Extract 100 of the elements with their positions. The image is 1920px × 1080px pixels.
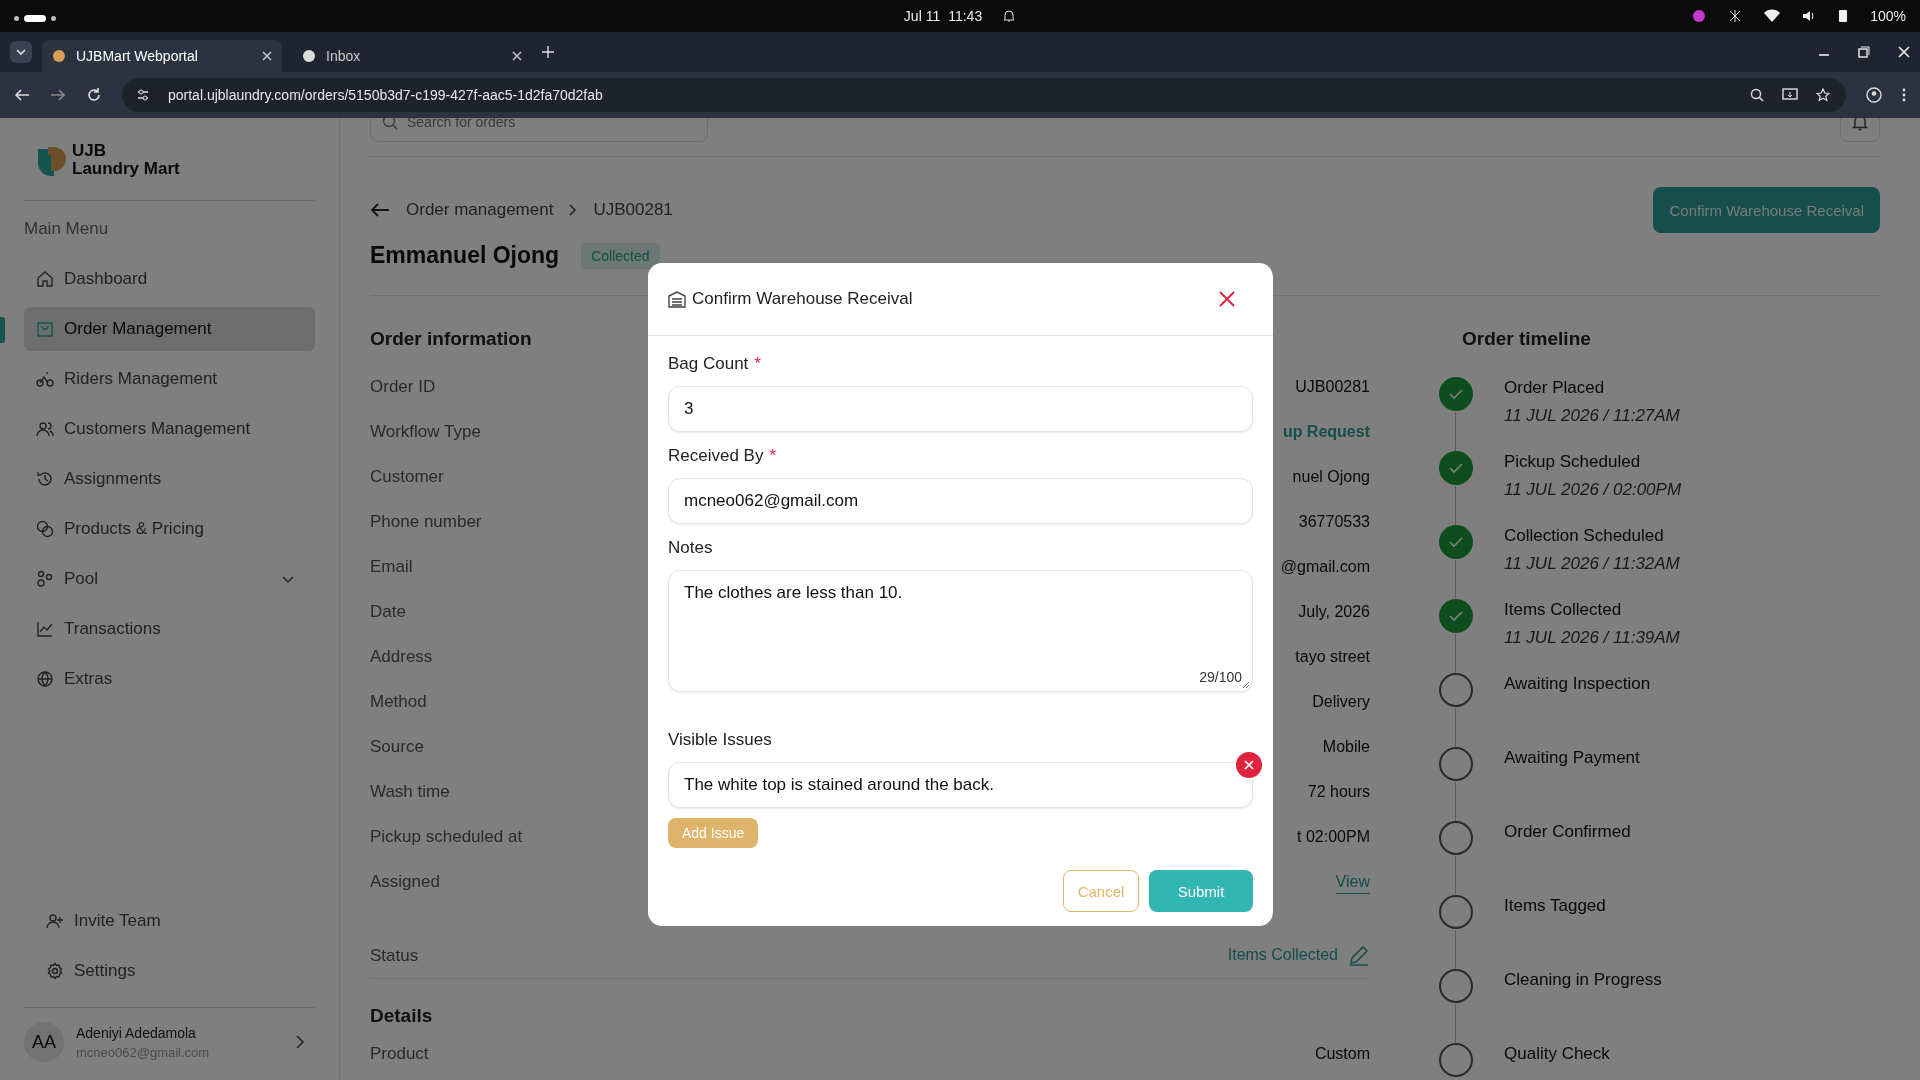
- more-menu-icon[interactable]: [1902, 88, 1906, 102]
- app-indicator-icon[interactable]: [1692, 9, 1707, 23]
- info-label: Date: [370, 601, 406, 622]
- line-chart-icon: [36, 620, 54, 638]
- modal-title: Confirm Warehouse Receival: [692, 289, 913, 309]
- users-icon: [36, 420, 54, 438]
- info-label: Address: [370, 646, 433, 667]
- issue-input-field[interactable]: The white top is stained around the back.: [668, 762, 1253, 808]
- shopping-bag-icon: [36, 320, 54, 338]
- site-favicon-icon: [52, 49, 66, 63]
- chevron-right-icon: [295, 1034, 305, 1050]
- new-tab-icon[interactable]: [542, 46, 554, 58]
- submit-button[interactable]: Submit: [1149, 870, 1253, 912]
- info-label: Order ID: [370, 376, 436, 397]
- sidebar-item[interactable]: Invite Team: [34, 899, 305, 943]
- user-plus-icon: [46, 912, 64, 930]
- sidebar-item[interactable]: Dashboard: [24, 257, 315, 301]
- browser-tab[interactable]: Inbox: [292, 40, 532, 72]
- bicycle-icon: [36, 370, 54, 388]
- info-value: July, 2026: [1298, 602, 1370, 621]
- sidebar-item[interactable]: Riders Management: [24, 357, 315, 401]
- battery-percentage[interactable]: 100%: [1870, 8, 1906, 24]
- site-settings-icon[interactable]: [136, 88, 150, 102]
- brand-name: Laundry Mart: [72, 160, 180, 178]
- info-label: Phone number: [370, 511, 482, 532]
- info-label: Wash time: [370, 781, 450, 802]
- sidebar-item[interactable]: Pool: [24, 557, 315, 601]
- required-asterisk: *: [769, 446, 777, 466]
- timeline-step: Pickup Scheduled: [1504, 452, 1682, 472]
- workspace-indicator-icon[interactable]: [14, 15, 56, 22]
- reload-icon[interactable]: [86, 87, 102, 103]
- sidebar-item[interactable]: Products & Pricing: [24, 507, 315, 551]
- zoom-icon[interactable]: [1750, 88, 1764, 102]
- tab-list-caret-icon[interactable]: [10, 41, 32, 63]
- info-value: 72 hours: [1307, 782, 1370, 801]
- timeline-step: Awaiting Inspection: [1504, 674, 1651, 694]
- info-label: Email: [370, 556, 413, 577]
- breadcrumb-link[interactable]: Order management: [406, 200, 554, 220]
- confirm-receival-button[interactable]: Confirm Warehouse Receival: [1653, 187, 1880, 233]
- timeline-timestamp: 11 JUL 2026 / 11:39AM: [1504, 628, 1680, 648]
- circles-icon: [36, 570, 54, 588]
- sidebar-item[interactable]: Extras: [24, 657, 315, 701]
- info-label: Customer: [370, 466, 444, 487]
- browser-tab[interactable]: UJBMart Webportal: [42, 40, 282, 72]
- view-link[interactable]: View: [1335, 872, 1370, 891]
- forward-arrow-icon[interactable]: [50, 87, 66, 103]
- timeline-step: Collection Scheduled: [1504, 526, 1680, 546]
- back-arrow-icon[interactable]: [14, 87, 30, 103]
- info-value: 36770533: [1298, 512, 1370, 531]
- profile-icon[interactable]: [1866, 87, 1882, 103]
- house-icon: [36, 270, 54, 288]
- remove-issue-icon[interactable]: [1236, 752, 1262, 778]
- timeline-step: Order Confirmed: [1504, 822, 1631, 842]
- info-label: Status: [370, 946, 419, 966]
- bookmark-star-icon[interactable]: [1816, 88, 1830, 102]
- customer-name-title: Emmanuel Ojong: [370, 242, 560, 269]
- menu-heading: Main Menu: [24, 219, 110, 239]
- globe-icon: [36, 670, 54, 688]
- resize-grip-icon[interactable]: [1242, 681, 1250, 689]
- sidebar-item[interactable]: Transactions: [24, 607, 315, 651]
- brand-name: UJB: [72, 142, 107, 160]
- coins-icon: [36, 520, 54, 538]
- sidebar-item[interactable]: Customers Management: [24, 407, 315, 451]
- install-app-icon[interactable]: [1782, 88, 1798, 102]
- info-label: Method: [370, 691, 427, 712]
- notes-textarea[interactable]: The clothes are less than 10. 29/100: [668, 570, 1253, 692]
- field-label: Received By: [668, 446, 764, 466]
- chevron-right-icon: [569, 204, 578, 216]
- wifi-icon[interactable]: [1764, 9, 1781, 23]
- info-value: Mobile: [1322, 737, 1370, 756]
- text-input-field[interactable]: mcneo062@gmail.com: [668, 478, 1253, 524]
- clock-date[interactable]: Jul 11: [903, 8, 941, 24]
- site-favicon-icon: [302, 49, 316, 63]
- address-bar[interactable]: portal.ujblaundry.com/orders/5150b3d7-c199-427f-aac5-1d2fa70d2fab: [122, 78, 1846, 112]
- text-input-field[interactable]: 3: [668, 386, 1253, 432]
- info-label: Pickup scheduled at: [370, 826, 523, 847]
- bell-icon: [1851, 118, 1869, 131]
- status-badge: Collected: [581, 242, 660, 269]
- battery-icon[interactable]: [1838, 9, 1849, 23]
- info-value: up Request: [1282, 422, 1370, 441]
- timeline-timestamp: 11 JUL 2026 / 02:00PM: [1504, 480, 1682, 500]
- volume-icon[interactable]: [1802, 9, 1817, 23]
- close-tab-icon[interactable]: [262, 51, 272, 61]
- info-label: Workflow Type: [370, 421, 481, 442]
- timeline-step: Cleaning in Progress: [1504, 970, 1662, 990]
- user-name: Adeniyi Adedamola: [76, 1024, 197, 1041]
- back-arrow-icon[interactable]: [370, 202, 390, 218]
- info-value: t 02:00PM: [1297, 827, 1370, 846]
- restore-icon[interactable]: [1858, 46, 1870, 58]
- bell-icon[interactable]: [1002, 9, 1017, 23]
- clock-time[interactable]: 11:43: [948, 8, 983, 24]
- field-label: Visible Issues: [668, 730, 773, 750]
- sidebar-item[interactable]: Settings: [34, 949, 305, 993]
- info-value: @gmail.com: [1280, 557, 1370, 576]
- close-tab-icon[interactable]: [512, 51, 522, 61]
- info-value: Custom: [1314, 1044, 1370, 1063]
- sidebar-item[interactable]: Order Management: [24, 307, 315, 351]
- section-heading: Order information: [370, 328, 533, 350]
- search-icon: [382, 118, 398, 130]
- sidebar-item[interactable]: Assignments: [24, 457, 315, 501]
